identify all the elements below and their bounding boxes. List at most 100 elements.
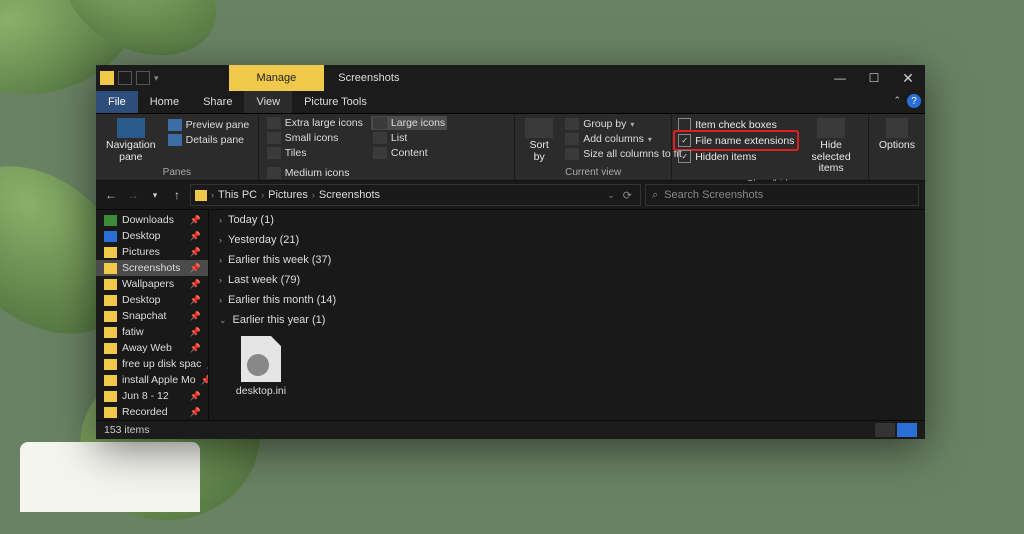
menu-view[interactable]: View bbox=[244, 91, 292, 113]
sidebar-item[interactable]: Snapchat📌 bbox=[96, 308, 208, 324]
layout-tiles[interactable]: Tiles bbox=[265, 146, 365, 160]
view-large-button[interactable] bbox=[897, 423, 917, 437]
folder-icon bbox=[104, 231, 117, 242]
content-group-header[interactable]: ⌄Earlier this year (1) bbox=[209, 310, 925, 330]
pin-icon[interactable]: 📌 bbox=[190, 231, 204, 242]
sidebar-item[interactable]: Downloads📌 bbox=[96, 212, 208, 228]
layout-large[interactable]: Large icons bbox=[371, 116, 447, 130]
breadcrumb[interactable]: › This PC › Pictures › Screenshots ⌄ ⟳ bbox=[190, 184, 641, 206]
folder-icon bbox=[104, 359, 117, 370]
layout-icon bbox=[267, 117, 281, 129]
layout-content[interactable]: Content bbox=[371, 146, 447, 160]
pin-icon[interactable]: 📌 bbox=[190, 311, 204, 322]
pin-icon[interactable]: 📌 bbox=[190, 215, 204, 226]
help-icon[interactable]: ? bbox=[907, 94, 921, 108]
sidebar-item[interactable]: Desktop 📌 bbox=[96, 292, 208, 308]
details-pane-button[interactable]: Details pane bbox=[166, 133, 252, 147]
qat-button[interactable] bbox=[136, 71, 150, 85]
layout-icon bbox=[267, 147, 281, 159]
crumb-this-pc[interactable]: This PC bbox=[218, 189, 257, 201]
pin-icon[interactable]: 📌 bbox=[190, 407, 204, 418]
folder-icon bbox=[104, 391, 117, 402]
sort-by-button[interactable]: Sort by bbox=[521, 116, 557, 165]
navigation-pane-icon bbox=[117, 118, 145, 138]
sidebar-item[interactable]: Recorded📌 bbox=[96, 404, 208, 420]
folder-icon bbox=[104, 279, 117, 290]
gear-icon bbox=[247, 354, 269, 376]
sidebar-item[interactable]: Jun 8 - 12📌 bbox=[96, 388, 208, 404]
content-group-header[interactable]: ›Today (1) bbox=[209, 210, 925, 230]
sidebar-item[interactable]: Away Web📌 bbox=[96, 340, 208, 356]
content-area[interactable]: ›Today (1)›Yesterday (21)›Earlier this w… bbox=[209, 210, 925, 420]
refresh-icon[interactable]: ⟳ bbox=[619, 189, 636, 202]
hide-selected-button[interactable]: Hide selected items bbox=[800, 116, 861, 177]
sidebar-item-label: Screenshots bbox=[122, 262, 180, 274]
file-item[interactable]: desktop.ini bbox=[227, 336, 295, 397]
close-button[interactable]: ✕ bbox=[891, 65, 925, 91]
crumb-pictures[interactable]: Pictures bbox=[268, 189, 308, 201]
sidebar-item-label: Desktop bbox=[122, 294, 161, 306]
pin-icon[interactable]: 📌 bbox=[190, 327, 204, 338]
sidebar-item[interactable]: Screenshots 📌 bbox=[96, 260, 208, 276]
chevron-right-icon[interactable]: › bbox=[312, 190, 315, 200]
layout-icon bbox=[373, 147, 387, 159]
sidebar-item[interactable]: fatiw📌 bbox=[96, 324, 208, 340]
forward-button[interactable]: → bbox=[124, 186, 142, 204]
pin-icon[interactable]: 📌 bbox=[190, 263, 204, 274]
content-group-header[interactable]: ›Last week (79) bbox=[209, 270, 925, 290]
pin-icon[interactable]: 📌 bbox=[190, 343, 204, 354]
sidebar-item[interactable]: Desktop📌 bbox=[96, 228, 208, 244]
address-dropdown-icon[interactable]: ⌄ bbox=[607, 190, 615, 201]
sidebar-item[interactable]: install Apple Mo📌 bbox=[96, 372, 208, 388]
collapse-ribbon-icon[interactable]: ⌃ bbox=[893, 95, 901, 106]
layout-small[interactable]: Small icons bbox=[265, 131, 365, 145]
minimize-button[interactable]: — bbox=[823, 65, 857, 91]
chevron-right-icon: › bbox=[219, 295, 222, 305]
content-group-header[interactable]: › Earlier this month (14) bbox=[209, 290, 925, 310]
file-name-extensions-toggle[interactable]: ✓File name extensions bbox=[678, 133, 794, 148]
pin-icon[interactable]: 📌 bbox=[190, 295, 204, 306]
chevron-right-icon[interactable]: › bbox=[211, 190, 214, 200]
search-input[interactable]: ⌕ Search Screenshots bbox=[645, 184, 919, 206]
menu-share[interactable]: Share bbox=[191, 91, 244, 113]
menu-file[interactable]: File bbox=[96, 91, 138, 113]
folder-icon bbox=[104, 263, 117, 274]
chevron-right-icon[interactable]: › bbox=[261, 190, 264, 200]
content-group-header[interactable]: ›Earlier this week (37) bbox=[209, 250, 925, 270]
group-label: Earlier this month (14) bbox=[228, 294, 336, 306]
size-columns-icon bbox=[565, 148, 579, 160]
navigation-pane-button[interactable]: Navigation pane bbox=[102, 116, 160, 165]
add-columns-button[interactable]: Add columns ▾ bbox=[563, 132, 684, 146]
content-group-header[interactable]: ›Yesterday (21) bbox=[209, 230, 925, 250]
qat-button[interactable] bbox=[118, 71, 132, 85]
pin-icon[interactable]: 📌 bbox=[190, 247, 204, 258]
context-tab-manage[interactable]: Manage bbox=[229, 65, 325, 91]
pin-icon[interactable]: 📌 bbox=[190, 391, 204, 402]
preview-pane-button[interactable]: Preview pane bbox=[166, 118, 252, 132]
sidebar-item[interactable]: free up disk spac📌 bbox=[96, 356, 208, 372]
size-columns-button[interactable]: Size all columns to fit bbox=[563, 147, 684, 161]
sidebar-item-label: Wallpapers bbox=[122, 278, 174, 290]
options-button[interactable]: Options bbox=[875, 116, 919, 154]
chevron-right-icon: › bbox=[219, 255, 222, 265]
layout-list[interactable]: List bbox=[371, 131, 447, 145]
recent-locations-button[interactable]: ▾ bbox=[146, 186, 164, 204]
menu-picture-tools[interactable]: Picture Tools bbox=[292, 91, 379, 113]
scrollbar[interactable] bbox=[911, 210, 925, 420]
layout-extra-large[interactable]: Extra large icons bbox=[265, 116, 365, 130]
back-button[interactable]: ← bbox=[102, 186, 120, 204]
qat-dropdown-icon[interactable]: ▾ bbox=[154, 73, 159, 84]
crumb-screenshots[interactable]: Screenshots bbox=[319, 189, 380, 201]
sidebar-item[interactable]: Wallpapers 📌 bbox=[96, 276, 208, 292]
layout-medium[interactable]: Medium icons bbox=[265, 166, 352, 180]
pin-icon[interactable]: 📌 bbox=[201, 375, 209, 386]
up-button[interactable]: ↑ bbox=[168, 186, 186, 204]
view-details-button[interactable] bbox=[875, 423, 895, 437]
maximize-button[interactable]: ☐ bbox=[857, 65, 891, 91]
ribbon: Navigation pane Preview pane Details pan… bbox=[96, 114, 925, 181]
menu-home[interactable]: Home bbox=[138, 91, 191, 113]
hidden-items-toggle[interactable]: ✓Hidden items bbox=[678, 149, 794, 164]
sidebar-item[interactable]: Pictures📌 bbox=[96, 244, 208, 260]
pin-icon[interactable]: 📌 bbox=[190, 279, 204, 290]
group-by-button[interactable]: Group by ▾ bbox=[563, 117, 684, 131]
